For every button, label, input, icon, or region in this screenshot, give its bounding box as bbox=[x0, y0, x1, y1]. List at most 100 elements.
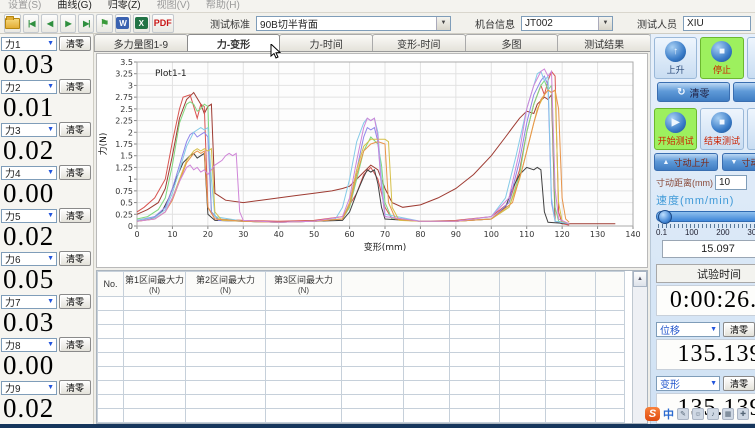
table-row[interactable] bbox=[98, 353, 625, 367]
channel-zero-button[interactable]: 清零 bbox=[59, 294, 91, 309]
zero-all-label: 清零 bbox=[690, 85, 710, 100]
svg-text:1.5: 1.5 bbox=[120, 152, 133, 161]
table-row[interactable] bbox=[98, 297, 625, 311]
inch-up-button[interactable]: ▲ 寸动上升 bbox=[654, 153, 718, 171]
start-test-button[interactable]: ▶ 开始测试 bbox=[654, 108, 697, 150]
displacement-combo[interactable]: 位移 ▼ bbox=[656, 322, 720, 337]
tab-变形-时间[interactable]: 变形-时间 bbox=[372, 34, 466, 51]
keyboard-icon[interactable]: ▦ bbox=[722, 408, 734, 420]
tab-多力量图1-9[interactable]: 多力量图1-9 bbox=[94, 34, 188, 51]
tab-测试结果[interactable]: 测试结果 bbox=[557, 34, 651, 51]
channel-zero-button[interactable]: 清零 bbox=[59, 380, 91, 395]
prev-record-icon: ◀ bbox=[47, 19, 52, 28]
channel-zero-button[interactable]: 清零 bbox=[59, 79, 91, 94]
table-row[interactable] bbox=[98, 395, 625, 409]
open-folder-icon bbox=[5, 18, 20, 29]
word-icon: W bbox=[116, 17, 129, 29]
nav-next-button[interactable]: ▶ bbox=[60, 14, 76, 33]
displacement-zero-button[interactable]: 清零 bbox=[723, 322, 755, 337]
table-scrollbar[interactable]: ▲ bbox=[632, 271, 647, 423]
table-row[interactable] bbox=[98, 339, 625, 353]
results-table: No.第1区间最大力(N)第2区间最大力(N)第3区间最大力(N) bbox=[97, 271, 625, 424]
pdf-icon: PDF bbox=[154, 18, 172, 28]
deform-zero-button[interactable]: 清零 bbox=[723, 376, 755, 391]
return-button[interactable]: ≡ bbox=[733, 82, 755, 102]
inch-down-button[interactable]: ▼ 寸动下降 bbox=[722, 153, 755, 171]
table-row[interactable] bbox=[98, 311, 625, 325]
tab-力-时间[interactable]: 力-时间 bbox=[279, 34, 373, 51]
table-column-header bbox=[500, 272, 546, 297]
mic-icon[interactable]: ♪ bbox=[707, 408, 719, 420]
stop-button[interactable]: ■ 停止 bbox=[700, 37, 743, 79]
inch-up-label: 寸动上升 bbox=[673, 156, 709, 169]
nav-first-button[interactable]: |◀ bbox=[23, 14, 39, 33]
svg-text:130: 130 bbox=[590, 230, 605, 239]
force-channel: 力7▼清零0.03 bbox=[0, 293, 93, 336]
pen-icon[interactable]: ✎ bbox=[677, 408, 689, 420]
tab-力-变形[interactable]: 力-变形 bbox=[187, 34, 281, 51]
channel-zero-button[interactable]: 清零 bbox=[59, 36, 91, 51]
menu-item[interactable]: 归零(Z) bbox=[108, 0, 141, 11]
emoji-icon[interactable]: ☺ bbox=[692, 408, 704, 420]
chevron-down-icon[interactable]: ▼ bbox=[598, 17, 612, 30]
slider-tick-labels: 0.1100200300400 bbox=[656, 228, 755, 237]
play-icon: ▶ bbox=[665, 112, 686, 133]
table-row[interactable] bbox=[98, 381, 625, 395]
jog-down-button[interactable]: ↓ 下降 bbox=[747, 37, 755, 79]
toolbox-icon[interactable]: ✚ bbox=[737, 408, 749, 420]
force-value: 0.00 bbox=[0, 180, 93, 207]
scroll-up-icon[interactable]: ▲ bbox=[633, 271, 647, 287]
test-standard-combo[interactable]: 90B切半背面 ▼ bbox=[256, 16, 451, 31]
chevron-down-icon[interactable]: ▼ bbox=[710, 380, 719, 387]
force-deformation-chart: 010203040506070809010011012013014000.250… bbox=[97, 54, 647, 265]
slider-handle[interactable] bbox=[658, 210, 672, 224]
chevron-down-icon[interactable]: ▼ bbox=[436, 17, 450, 30]
inch-distance-input[interactable]: 10 bbox=[715, 175, 747, 190]
channel-zero-button[interactable]: 清零 bbox=[59, 165, 91, 180]
open-file-button[interactable] bbox=[4, 14, 21, 33]
flag-button[interactable]: ⚑ bbox=[96, 14, 112, 33]
menu-bar: 设置(S)曲线(G)归零(Z)视图(V)帮助(H) bbox=[0, 0, 755, 13]
last-record-icon: ▶| bbox=[83, 19, 89, 28]
nav-last-button[interactable]: ▶| bbox=[78, 14, 94, 33]
stop-square-icon: ■ bbox=[711, 112, 732, 133]
force-value: 0.05 bbox=[0, 266, 93, 293]
machine-info-combo[interactable]: JT002 ▼ bbox=[521, 16, 613, 31]
table-row[interactable] bbox=[98, 325, 625, 339]
speed-slider[interactable] bbox=[656, 211, 755, 222]
chevron-down-icon: ▼ bbox=[47, 212, 56, 219]
jog-up-button[interactable]: ↑ 上升 bbox=[654, 37, 697, 79]
channel-zero-button[interactable]: 清零 bbox=[59, 337, 91, 352]
table-column-header bbox=[342, 272, 404, 297]
export-pdf-button[interactable]: PDF bbox=[152, 14, 175, 33]
deform-combo[interactable]: 变形 ▼ bbox=[656, 376, 720, 391]
tab-多图[interactable]: 多图 bbox=[465, 34, 559, 51]
end-test-button[interactable]: ■ 结束测试 bbox=[700, 108, 743, 150]
channel-zero-button[interactable]: 清零 bbox=[59, 251, 91, 266]
export-word-button[interactable]: W bbox=[115, 14, 131, 33]
table-row[interactable] bbox=[98, 367, 625, 381]
tester-input[interactable]: XIU bbox=[683, 16, 751, 31]
pause-test-button[interactable]: || 暂停 bbox=[747, 108, 755, 150]
table-column-header bbox=[546, 272, 596, 297]
export-excel-button[interactable]: X bbox=[133, 14, 149, 33]
chevron-down-icon[interactable]: ▼ bbox=[710, 326, 719, 333]
channel-zero-button[interactable]: 清零 bbox=[59, 208, 91, 223]
tab-bar: 多力量图1-9力-变形力-时间变形-时间多图测试结果 bbox=[94, 34, 650, 52]
nav-prev-button[interactable]: ◀ bbox=[41, 14, 57, 33]
speed-value: 15.097 bbox=[662, 240, 755, 258]
table-column-header bbox=[404, 272, 450, 297]
inch-distance-label: 寸动距离(mm) bbox=[656, 176, 713, 189]
force-channel-panel: 力1▼清零0.03力2▼清零0.01力3▼清零0.02力4▼清零0.00力5▼清… bbox=[0, 34, 94, 426]
channel-zero-button[interactable]: 清零 bbox=[59, 122, 91, 137]
table-column-header: 第3区间最大力(N) bbox=[266, 272, 342, 297]
sogou-logo-icon[interactable]: S bbox=[645, 407, 660, 421]
menu-item[interactable]: 曲线(G) bbox=[57, 0, 91, 11]
chinese-mode-icon[interactable]: 中 bbox=[663, 406, 674, 422]
next-record-icon: ▶ bbox=[65, 19, 70, 28]
machine-info-value: JT002 bbox=[525, 18, 553, 29]
table-row[interactable] bbox=[98, 409, 625, 423]
flag-icon: ⚑ bbox=[100, 17, 110, 30]
end-test-label: 结束测试 bbox=[704, 134, 740, 147]
zero-all-button[interactable]: ↻ 清零 bbox=[657, 82, 730, 102]
